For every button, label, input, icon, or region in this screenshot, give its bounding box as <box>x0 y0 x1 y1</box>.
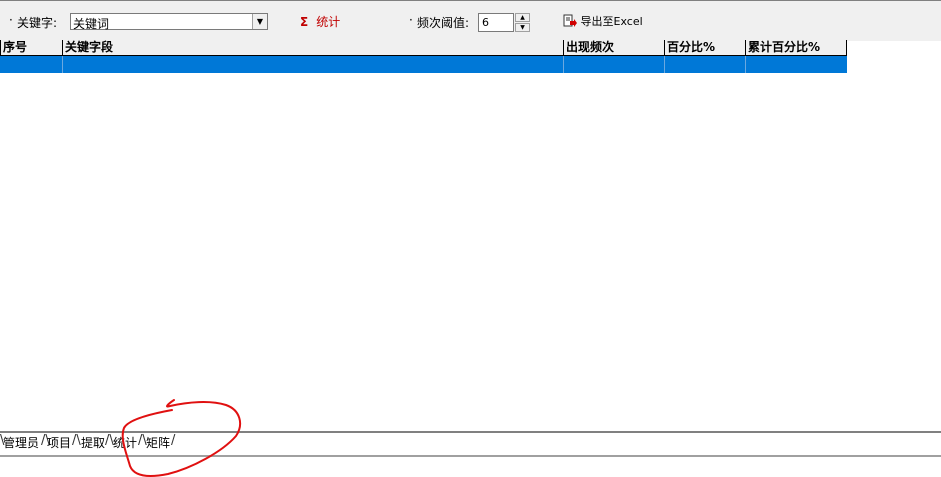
export-excel-icon <box>563 14 577 27</box>
column-header-frequency[interactable]: 出现频次 <box>564 40 665 56</box>
threshold-spinner[interactable]: 6 ▲ ▼ <box>478 13 530 32</box>
spin-up-icon[interactable]: ▲ <box>515 13 530 22</box>
keyword-label: 关键字: <box>17 16 58 30</box>
tab-separator: /\ <box>72 433 81 448</box>
tab-admin[interactable]: 管理员 <box>3 434 39 451</box>
tab-separator: / <box>171 433 176 448</box>
tab-statistics[interactable]: 统计 <box>113 434 137 451</box>
selected-row-cell-cumulative[interactable] <box>746 56 847 73</box>
column-header-percent[interactable]: 百分比% <box>665 40 746 56</box>
statistics-button-label: 统计 <box>316 15 341 29</box>
column-header-index[interactable]: 序号 <box>0 40 63 56</box>
spin-down-icon[interactable]: ▼ <box>515 23 530 32</box>
selected-row-cell-percent[interactable] <box>665 56 746 73</box>
sheet-tab-bar: \ 管理员 /\ 项目 /\ 提取 /\ 统计 /\ 矩阵 / <box>0 431 941 457</box>
sigma-icon: Σ <box>300 15 309 29</box>
threshold-label: 频次阈值: <box>417 16 470 30</box>
keyword-combobox-value: 关键词 <box>73 17 110 31</box>
selected-row-cell-keyword-field[interactable] <box>63 56 564 73</box>
statistics-button[interactable]: Σ 统计 <box>300 13 340 30</box>
toolbar: · 关键字: 关键词 ▼ Σ 统计 · 频次阈值: 6 ▲ ▼ 导出至Excel <box>0 0 941 41</box>
tab-project[interactable]: 项目 <box>47 434 71 451</box>
selected-row-cell-frequency[interactable] <box>564 56 665 73</box>
selected-row-cell-index[interactable] <box>0 56 63 73</box>
export-excel-label: 导出至Excel <box>580 15 643 28</box>
chevron-down-icon[interactable]: ▼ <box>252 14 267 29</box>
tab-matrix[interactable]: 矩阵 <box>146 434 170 451</box>
results-grid[interactable]: 序号 关键字段 出现频次 百分比% 累计百分比% <box>0 40 847 73</box>
keyword-combobox[interactable]: 关键词 ▼ <box>70 13 268 31</box>
column-header-cumulative-percent[interactable]: 累计百分比% <box>746 40 847 56</box>
threshold-input[interactable]: 6 <box>478 13 514 32</box>
tab-extract[interactable]: 提取 <box>81 434 105 451</box>
column-header-keyword-field[interactable]: 关键字段 <box>63 40 564 56</box>
keyword-bullet: · <box>9 13 13 27</box>
threshold-bullet: · <box>409 13 413 27</box>
export-excel-button[interactable]: 导出至Excel <box>563 13 643 29</box>
